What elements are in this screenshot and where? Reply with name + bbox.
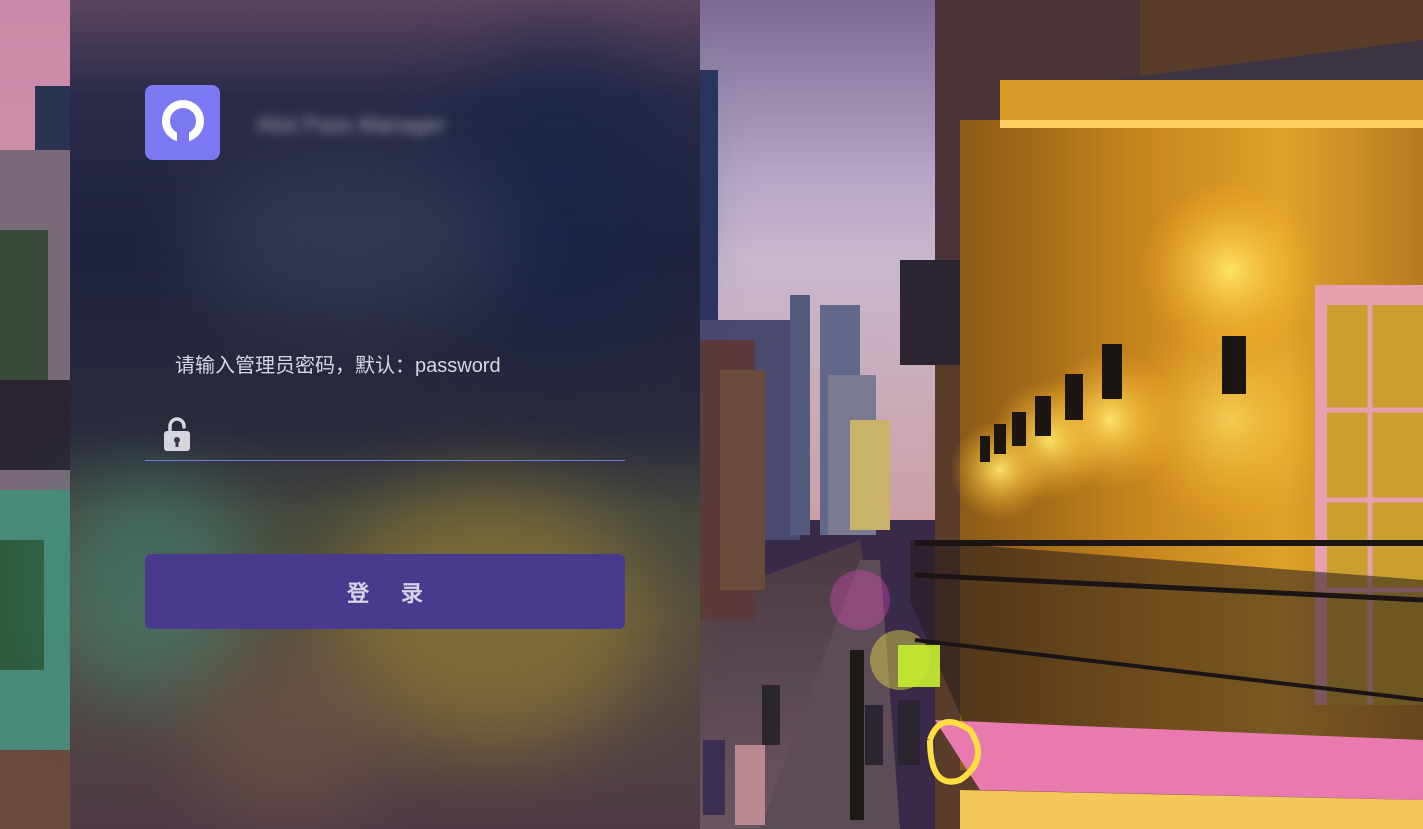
panel-blur-shape — [190, 640, 390, 820]
unlock-icon — [164, 417, 190, 451]
login-button[interactable]: 登 录 — [145, 554, 625, 629]
brand-name: Alist Pass Manager — [256, 112, 446, 137]
logo — [145, 85, 220, 160]
login-panel: Alist Pass Manager 请输入管理员密码，默认：password … — [50, 0, 700, 829]
panel-blur-shape — [190, 160, 510, 320]
circle-logo-icon — [161, 99, 204, 144]
password-field[interactable] — [145, 410, 625, 461]
password-label: 请输入管理员密码，默认：password — [175, 355, 501, 377]
password-input[interactable] — [205, 416, 619, 456]
